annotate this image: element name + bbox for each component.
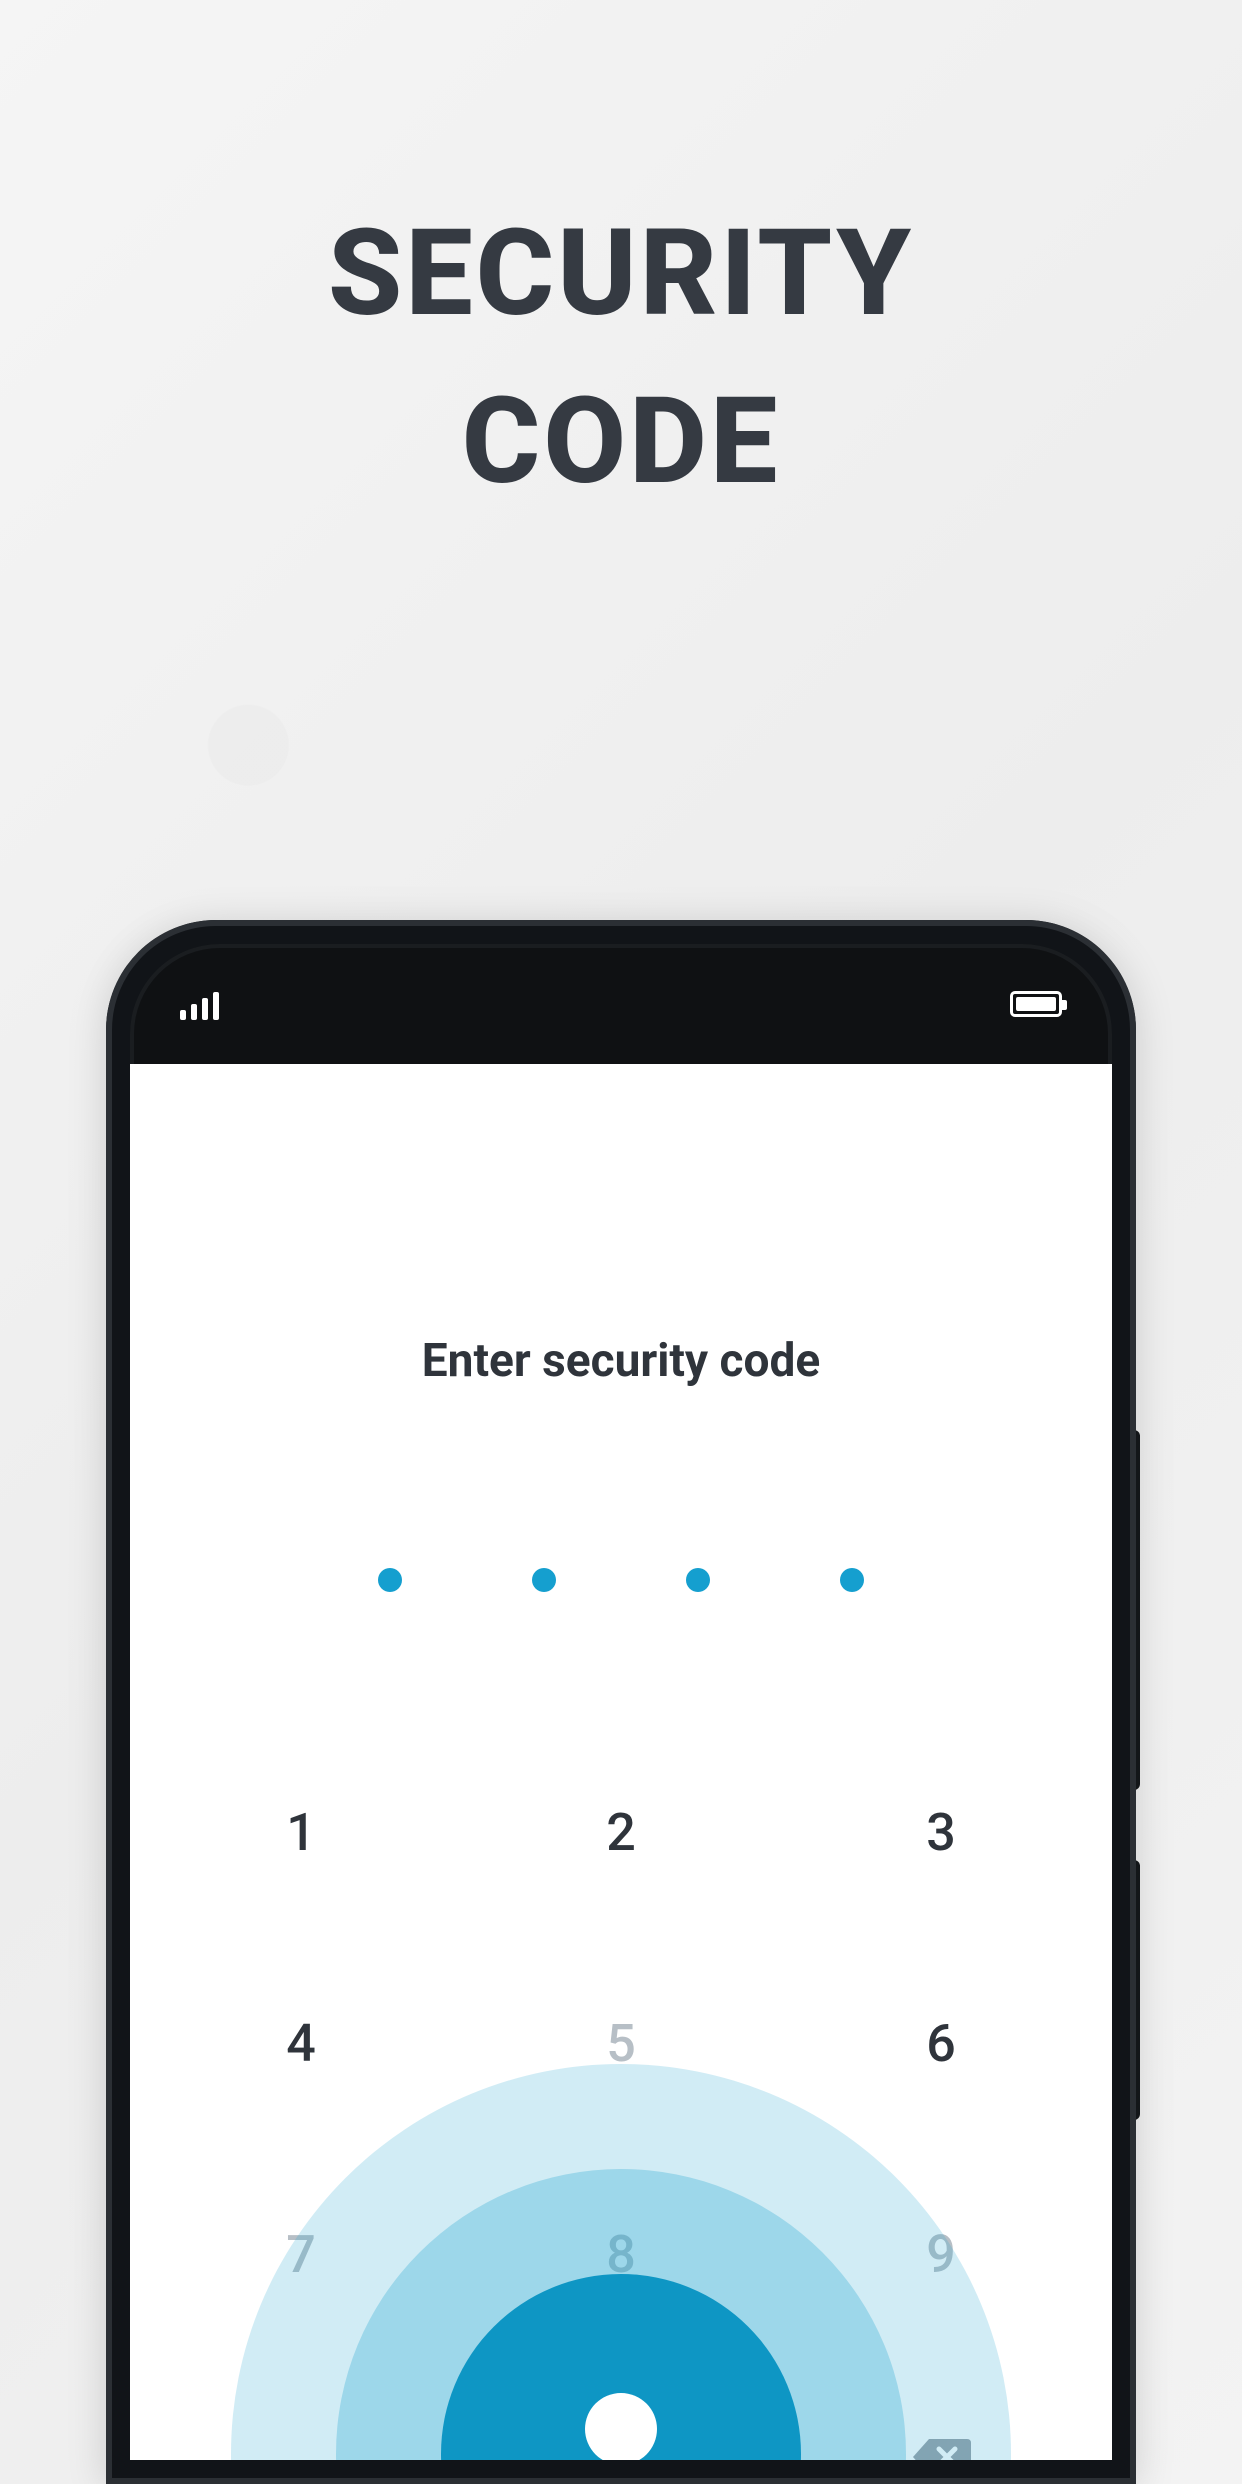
keypad: 1 2 3 4 5 6 7 8 9 0 — [271, 1802, 971, 2460]
headline-line-2: CODE — [0, 358, 1242, 526]
keypad-key-9[interactable]: 9 — [911, 2224, 971, 2285]
phone-frame: Enter security code 1 2 3 4 5 6 7 8 9 0 — [106, 920, 1136, 2484]
backspace-icon — [911, 2435, 971, 2460]
keypad-key-2[interactable]: 2 — [591, 1802, 651, 1863]
pin-dot — [686, 1568, 710, 1592]
keypad-key-8[interactable]: 8 — [591, 2224, 651, 2285]
pin-dot — [840, 1568, 864, 1592]
keypad-empty — [271, 2435, 331, 2460]
keypad-key-5[interactable]: 5 — [591, 2013, 651, 2074]
keypad-key-6[interactable]: 6 — [911, 2013, 971, 2074]
signal-icon — [180, 988, 219, 1020]
pin-dot — [378, 1568, 402, 1592]
pin-dot — [532, 1568, 556, 1592]
phone-inner: Enter security code 1 2 3 4 5 6 7 8 9 0 — [130, 944, 1112, 2460]
keypad-key-4[interactable]: 4 — [271, 2013, 331, 2074]
keypad-key-3[interactable]: 3 — [911, 1802, 971, 1863]
keypad-key-1[interactable]: 1 — [271, 1802, 331, 1863]
battery-icon — [1010, 991, 1062, 1017]
status-left — [180, 988, 219, 1020]
status-right — [1010, 991, 1062, 1017]
pin-dots — [378, 1568, 864, 1592]
app-screen: Enter security code 1 2 3 4 5 6 7 8 9 0 — [130, 1064, 1112, 2460]
pin-prompt: Enter security code — [422, 1334, 820, 1388]
keypad-key-0[interactable]: 0 — [591, 2435, 651, 2460]
keypad-backspace[interactable] — [911, 2435, 971, 2460]
headline-line-1: SECURITY — [0, 190, 1242, 358]
keypad-key-7[interactable]: 7 — [271, 2224, 331, 2285]
status-bar — [130, 944, 1112, 1064]
marketing-headline: SECURITY CODE — [0, 190, 1242, 526]
